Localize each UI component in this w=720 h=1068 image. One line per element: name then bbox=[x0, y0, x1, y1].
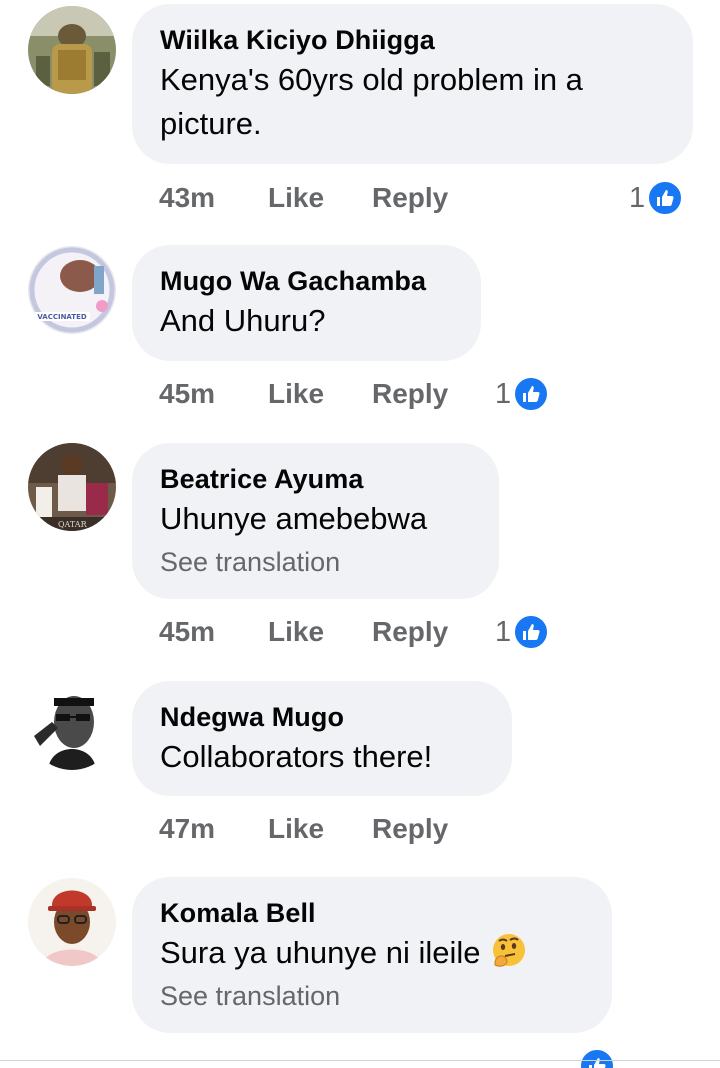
like-button[interactable]: Like bbox=[268, 811, 324, 847]
comment-author[interactable]: Ndegwa Mugo bbox=[160, 699, 484, 735]
divider bbox=[0, 1060, 720, 1061]
avatar-image bbox=[28, 682, 116, 770]
comment-actions: 43m Like Reply 1 bbox=[159, 180, 699, 216]
comment-item: Komala Bell Sura ya uhunye ni ileile See… bbox=[0, 872, 720, 1068]
avatar[interactable] bbox=[28, 878, 116, 966]
like-icon bbox=[513, 376, 550, 412]
avatar[interactable] bbox=[28, 682, 116, 770]
reply-button[interactable]: Reply bbox=[372, 180, 448, 216]
reply-button[interactable]: Reply bbox=[372, 811, 448, 847]
comment-author[interactable]: Beatrice Ayuma bbox=[160, 461, 471, 497]
comment-time[interactable]: 45m bbox=[159, 376, 215, 412]
avatar-image: VACCINATED bbox=[28, 246, 116, 334]
svg-text:QATAR: QATAR bbox=[58, 520, 88, 529]
comment-actions: 47m Like Reply bbox=[159, 811, 579, 847]
comment-actions: 45m Like Reply 1 bbox=[159, 614, 579, 650]
comment-item: Ndegwa Mugo Collaborators there! 47m Lik… bbox=[0, 676, 720, 866]
comment-text: And Uhuru? bbox=[160, 303, 326, 338]
comment-item: VACCINATED Mugo Wa Gachamba And Uhuru? 4… bbox=[0, 240, 720, 430]
like-icon bbox=[579, 1048, 615, 1068]
comment-time[interactable]: 43m bbox=[159, 180, 215, 216]
comment-text: Sura ya uhunye ni ileile bbox=[160, 931, 584, 975]
reaction-count: 1 bbox=[629, 182, 646, 214]
thinking-face-icon bbox=[489, 931, 529, 971]
comment-bubble: Beatrice Ayuma Uhunye amebebwa See trans… bbox=[132, 443, 499, 599]
comment-actions bbox=[159, 1048, 619, 1068]
avatar-image bbox=[28, 878, 116, 966]
comment-time[interactable]: 45m bbox=[159, 614, 215, 650]
reaction-count: 1 bbox=[495, 616, 512, 648]
reply-button[interactable]: Reply bbox=[372, 614, 448, 650]
comment-text: Collaborators there! bbox=[160, 739, 433, 774]
comment-text: Uhunye amebebwa bbox=[160, 501, 428, 536]
like-icon bbox=[513, 614, 550, 650]
avatar[interactable] bbox=[28, 6, 116, 94]
comment-bubble: Wiilka Kiciyo Dhiigga Kenya's 60yrs old … bbox=[132, 4, 693, 164]
avatar[interactable]: QATAR bbox=[28, 443, 116, 531]
comment-actions: 45m Like Reply 1 bbox=[159, 376, 579, 412]
see-translation-link[interactable]: See translation bbox=[160, 977, 584, 1015]
reaction-summary[interactable]: 1 bbox=[629, 180, 684, 216]
comment-author[interactable]: Wiilka Kiciyo Dhiigga bbox=[160, 22, 665, 58]
comment-item: QATAR Beatrice Ayuma Uhunye amebebwa See… bbox=[0, 437, 720, 672]
comment-time[interactable]: 47m bbox=[159, 811, 215, 847]
reaction-summary[interactable]: 1 bbox=[495, 376, 550, 412]
reply-button[interactable]: Reply bbox=[372, 376, 448, 412]
reaction-count: 1 bbox=[495, 378, 512, 410]
vaccinated-badge-text: VACCINATED bbox=[37, 313, 87, 321]
comment-bubble: Mugo Wa Gachamba And Uhuru? bbox=[132, 245, 481, 361]
like-button[interactable]: Like bbox=[268, 614, 324, 650]
comment-bubble: Komala Bell Sura ya uhunye ni ileile See… bbox=[132, 877, 612, 1033]
avatar-image bbox=[28, 6, 116, 94]
like-icon bbox=[647, 180, 684, 216]
avatar[interactable]: VACCINATED bbox=[28, 246, 116, 334]
comment-bubble: Ndegwa Mugo Collaborators there! bbox=[132, 681, 512, 796]
see-translation-link[interactable]: See translation bbox=[160, 543, 471, 581]
comment-author[interactable]: Komala Bell bbox=[160, 895, 584, 931]
like-button[interactable]: Like bbox=[268, 376, 324, 412]
avatar-image: QATAR bbox=[28, 443, 116, 531]
comment-author[interactable]: Mugo Wa Gachamba bbox=[160, 263, 453, 299]
like-button[interactable]: Like bbox=[268, 180, 324, 216]
reaction-summary[interactable] bbox=[577, 1048, 615, 1068]
comment-text: Kenya's 60yrs old problem in a bbox=[160, 62, 583, 97]
comment-text-content: Sura ya uhunye ni ileile bbox=[160, 935, 481, 970]
reaction-summary[interactable]: 1 bbox=[495, 614, 550, 650]
comment-text: picture. bbox=[160, 106, 262, 141]
comment-item: Wiilka Kiciyo Dhiigga Kenya's 60yrs old … bbox=[0, 0, 720, 230]
